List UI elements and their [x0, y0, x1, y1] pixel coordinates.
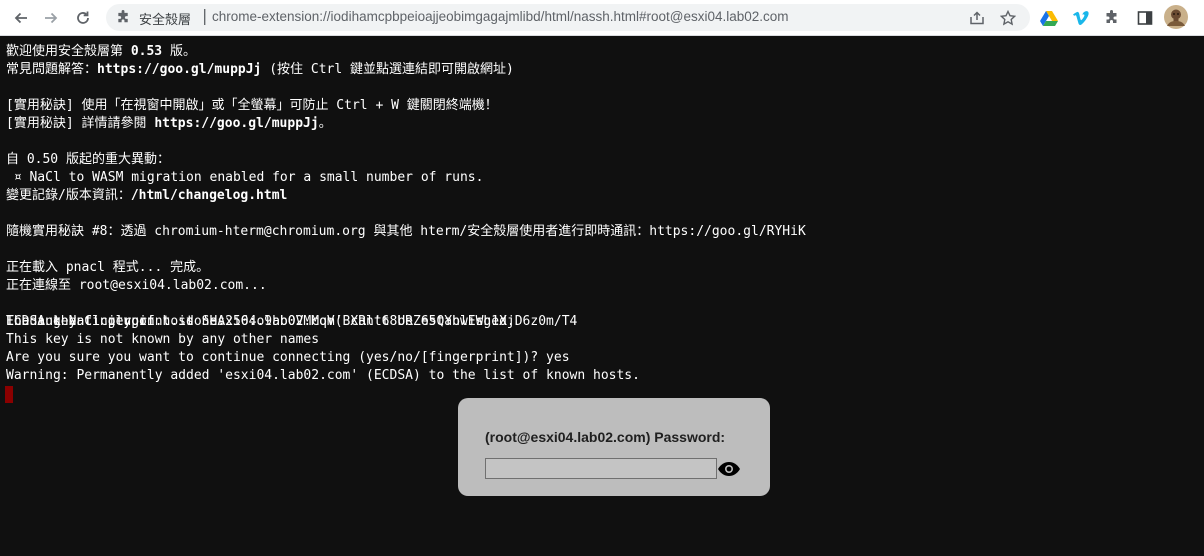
google-drive-icon [1040, 11, 1058, 26]
omnibox-separator: | [202, 6, 208, 25]
changelog-text: 變更記錄/版本資訊： [6, 188, 131, 203]
avatar-icon [1164, 5, 1188, 29]
terminal-line-changelog: 變更記錄/版本資訊：/html/changelog.html [6, 187, 287, 205]
terminal-line-change-item: ¤ NaCl to WASM migration enabled for a s… [6, 170, 484, 185]
vimeo-extension[interactable] [1070, 7, 1092, 29]
terminal-line-confirm: Are you sure you want to continue connec… [6, 350, 570, 365]
terminal-line-tip1: [實用秘訣] 使用「在視窗中開啟」或「全螢幕」可防止 Ctrl + W 鍵關閉終… [6, 98, 498, 113]
arrow-right-icon [45, 12, 58, 24]
terminal-line-connecting: 正在連線至 root@esxi04.lab02.com... [6, 278, 267, 293]
url-text[interactable]: chrome-extension://iodihamcpbpeioajjeobi… [212, 9, 789, 24]
side-panel-icon [1137, 11, 1153, 25]
google-drive-extension[interactable] [1038, 7, 1060, 29]
puzzle-icon [116, 10, 131, 29]
faq-text: 常見問題解答： [6, 62, 98, 77]
arrow-left-icon [14, 12, 27, 24]
star-icon [1000, 10, 1016, 26]
reload-icon [77, 11, 89, 24]
reload-button[interactable] [70, 5, 96, 31]
share-button[interactable] [968, 9, 986, 27]
tip2-link[interactable]: https://goo.gl/muppJj [154, 116, 318, 131]
side-panel-button[interactable] [1134, 7, 1156, 29]
back-button[interactable] [8, 5, 34, 31]
tip2-end-text: 。 [318, 116, 332, 131]
welcome-end-text: 版。 [162, 44, 196, 59]
eye-icon [718, 462, 740, 476]
faq-end-text: (按住 Ctrl 鍵並點選連結即可開啟網址) [261, 62, 514, 77]
site-label: 安全殼層 [139, 13, 192, 28]
password-label: (root@esxi04.lab02.com) Password: [485, 429, 726, 445]
welcome-text: 歡迎使用安全殼層第 [6, 44, 131, 59]
vimeo-icon [1073, 11, 1089, 26]
password-input[interactable] [485, 458, 717, 479]
show-password-button[interactable] [716, 460, 742, 478]
terminal-line-loading: 正在載入 pnacl 程式... 完成。 [6, 260, 210, 275]
terminal-line-warning: Warning: Permanently added 'esxi04.lab02… [6, 368, 640, 383]
terminal-line-changes-title: 自 0.50 版起的重大異動： [6, 152, 170, 167]
bookmark-button[interactable] [999, 9, 1017, 27]
address-bar[interactable]: 安全殼層 | chrome-extension://iodihamcpbpeio… [106, 4, 1030, 31]
forward-button[interactable] [38, 5, 64, 31]
tip2-text: [實用秘訣] 詳情請參閱 [6, 116, 155, 131]
faq-link[interactable]: https://goo.gl/muppJj [97, 62, 261, 77]
extensions-button[interactable] [1101, 7, 1123, 29]
terminal-line-overlap-c: The authenticity of host 'esxi04.lab02.c… [6, 314, 515, 329]
browser-toolbar: 安全殼層 | chrome-extension://iodihamcpbpeio… [0, 0, 1204, 36]
terminal-cursor [5, 386, 13, 403]
terminal-line-random-tip: 隨機實用秘訣 #8：透過 chromium-hterm@chromium.org… [6, 224, 806, 239]
changelog-link[interactable]: /html/changelog.html [131, 188, 288, 203]
password-dialog: (root@esxi04.lab02.com) Password: [458, 398, 770, 496]
puzzle-icon [1106, 10, 1117, 23]
profile-avatar[interactable] [1164, 5, 1188, 29]
terminal-line-key-unknown: This key is not known by any other names [6, 332, 320, 347]
terminal[interactable]: 歡迎使用安全殼層第 0.53 版。 常見問題解答：https://goo.gl/… [0, 37, 1204, 556]
terminal-line-faq: 常見問題解答：https://goo.gl/muppJj (按住 Ctrl 鍵並… [6, 61, 514, 79]
terminal-line-welcome: 歡迎使用安全殼層第 0.53 版。 [6, 43, 196, 61]
terminal-line-tip2: [實用秘訣] 詳情請參閱 https://goo.gl/muppJj。 [6, 115, 332, 133]
version-text: 0.53 [130, 44, 163, 59]
share-icon [970, 11, 984, 25]
